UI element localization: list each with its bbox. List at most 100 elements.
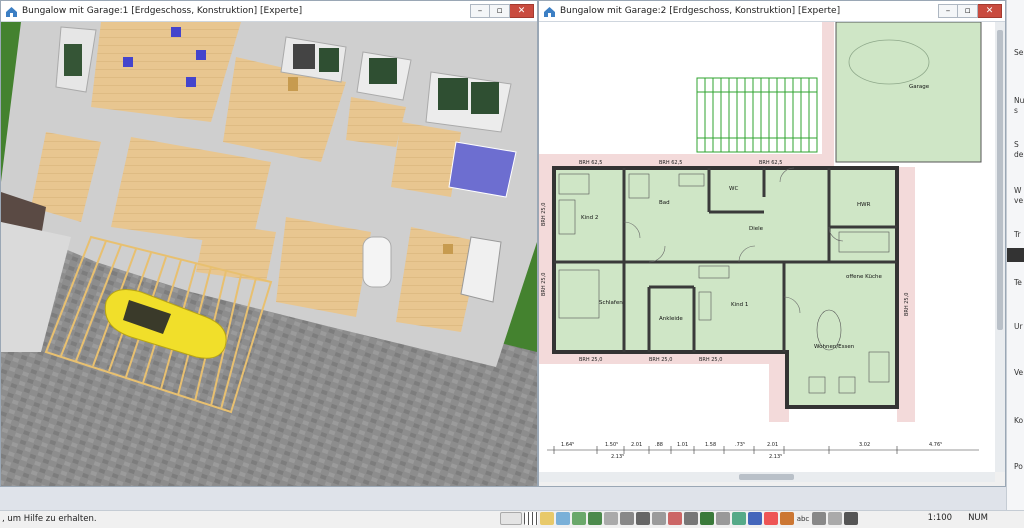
close-icon: ✕ <box>985 5 994 16</box>
room-label-schlafen: Schlafen <box>599 300 623 306</box>
num-lock-indicator: NUM <box>968 513 988 523</box>
grid-icon[interactable] <box>524 512 538 525</box>
dimension-value: .88 <box>655 442 663 448</box>
room-label-hwr: HWR <box>857 202 871 208</box>
minimize-icon: – <box>945 5 951 16</box>
vertical-scroll-thumb[interactable] <box>997 30 1003 330</box>
room-label-garage: Garage <box>909 84 930 90</box>
3d-view[interactable] <box>1 22 537 486</box>
side-panel[interactable]: Se Nu s S de W ve Tr Te Ur Ve Ko Po <box>1006 0 1024 510</box>
right-window-title: Bungalow mit Garage:2 [Erdgeschoss, Kons… <box>560 6 841 16</box>
pencil-icon[interactable] <box>540 512 554 525</box>
side-panel-label: ve <box>1014 196 1024 205</box>
left-title-bar[interactable]: Bungalow mit Garage:1 [Erdgeschoss, Kons… <box>1 1 537 22</box>
side-panel-label: Ko <box>1014 416 1024 425</box>
bathtub <box>362 236 392 288</box>
panel-splitter-handle[interactable] <box>1007 248 1024 262</box>
dimension-value: .73⁵ <box>735 442 745 448</box>
tool-icon[interactable] <box>764 512 778 525</box>
house-footprint <box>552 166 899 409</box>
status-bar: , um Hilfe zu erhalten. abc 1:100 NUM <box>0 510 1024 528</box>
hatch-icon[interactable] <box>588 512 602 525</box>
side-panel-label: W <box>1014 186 1022 195</box>
tool-icon[interactable] <box>812 512 826 525</box>
room-label-kind1: Kind 1 <box>731 302 748 308</box>
room-label-ankleide: Ankleide <box>659 316 683 322</box>
wall-tag: BRH 25,0 <box>649 357 672 363</box>
room-label-wc: WC <box>729 186 738 192</box>
side-panel-label: Se <box>1014 48 1024 57</box>
view-mode-icon[interactable] <box>500 512 522 525</box>
pattern-icon[interactable] <box>604 512 618 525</box>
tool-icon[interactable] <box>828 512 842 525</box>
right-window[interactable]: Bungalow mit Garage:2 [Erdgeschoss, Kons… <box>538 0 1006 487</box>
status-toolbar: abc <box>500 512 858 525</box>
wall-tag: BRH 25,0 <box>541 203 547 226</box>
maximize-button[interactable]: ▫ <box>490 4 510 18</box>
tool-icon[interactable] <box>668 512 682 525</box>
maximize-icon: ▫ <box>964 5 971 16</box>
tool-icon[interactable] <box>684 512 698 525</box>
plan-view[interactable]: Garage Kind 2 Bad WC Diele HWR Schlafen … <box>539 22 995 472</box>
dimension-value: 2.01 <box>767 442 778 448</box>
floor-bath <box>276 217 371 317</box>
status-hint: , um Hilfe zu erhalten. <box>2 514 97 524</box>
wall-tag: BRH 25,0 <box>579 357 602 363</box>
wall-tag: BRH 62,5 <box>579 160 602 166</box>
tool-icon[interactable] <box>732 512 746 525</box>
terrain-icon[interactable] <box>572 512 586 525</box>
wall-tag: BRH 25,0 <box>541 273 547 296</box>
dimension-value: 2.01 <box>631 442 642 448</box>
scale-indicator: 1:100 <box>927 513 953 523</box>
tool-icon[interactable] <box>652 512 666 525</box>
tool-icon[interactable] <box>780 512 794 525</box>
dimension-value: 1.01 <box>677 442 688 448</box>
dimension-value: 2.13⁵ <box>769 454 782 460</box>
side-panel-label: Tr <box>1014 230 1021 239</box>
dimension-value: 1.50⁵ <box>605 442 618 448</box>
right-title-bar[interactable]: Bungalow mit Garage:2 [Erdgeschoss, Kons… <box>539 1 1005 22</box>
wall-tag: BRH 62,5 <box>659 160 682 166</box>
minimize-button[interactable]: – <box>470 4 490 18</box>
bed <box>448 141 517 198</box>
dimension-value: 2.13⁵ <box>611 454 624 460</box>
room-label-bad: Bad <box>659 200 670 206</box>
side-panel-label: Te <box>1014 278 1022 287</box>
side-panel-label: S <box>1014 140 1019 149</box>
dimension-value: 1.58 <box>705 442 716 448</box>
wall-tag: BRH 62,5 <box>759 160 782 166</box>
car-icon[interactable] <box>748 512 762 525</box>
close-button[interactable]: ✕ <box>978 4 1002 18</box>
layers-icon[interactable] <box>556 512 570 525</box>
camera-icon[interactable] <box>844 512 858 525</box>
3d-render <box>1 22 537 486</box>
maximize-icon: ▫ <box>496 5 503 16</box>
pergola <box>696 77 818 153</box>
figure-icon[interactable] <box>620 512 634 525</box>
left-window-title: Bungalow mit Garage:1 [Erdgeschoss, Kons… <box>22 6 303 16</box>
vertical-scrollbar[interactable] <box>995 22 1005 472</box>
figure-icon[interactable] <box>636 512 650 525</box>
dimension-value: 1.64⁵ <box>561 442 574 448</box>
side-panel-label: Ur <box>1014 322 1023 331</box>
tool-icon[interactable] <box>716 512 730 525</box>
text-icon[interactable]: abc <box>796 512 810 525</box>
left-window[interactable]: Bungalow mit Garage:1 [Erdgeschoss, Kons… <box>0 0 538 487</box>
horizontal-scroll-thumb[interactable] <box>739 474 794 480</box>
horizontal-scrollbar[interactable] <box>539 472 995 482</box>
side-panel-label: de <box>1014 150 1024 159</box>
side-panel-label: Ve <box>1014 368 1024 377</box>
room-label-diele: Diele <box>749 226 764 232</box>
room-label-kueche: offene Küche <box>846 274 882 280</box>
wall-tag: BRH 25,0 <box>699 357 722 363</box>
maximize-button[interactable]: ▫ <box>958 4 978 18</box>
side-panel-label: Po <box>1014 462 1023 471</box>
tree-icon[interactable] <box>700 512 714 525</box>
room-label-kind2: Kind 2 <box>581 215 598 221</box>
minimize-button[interactable]: – <box>938 4 958 18</box>
side-panel-label: s <box>1014 106 1018 115</box>
dimension-value: 3.02 <box>859 442 870 448</box>
minimize-icon: – <box>477 5 483 16</box>
close-button[interactable]: ✕ <box>510 4 534 18</box>
app-house-icon <box>6 6 17 17</box>
